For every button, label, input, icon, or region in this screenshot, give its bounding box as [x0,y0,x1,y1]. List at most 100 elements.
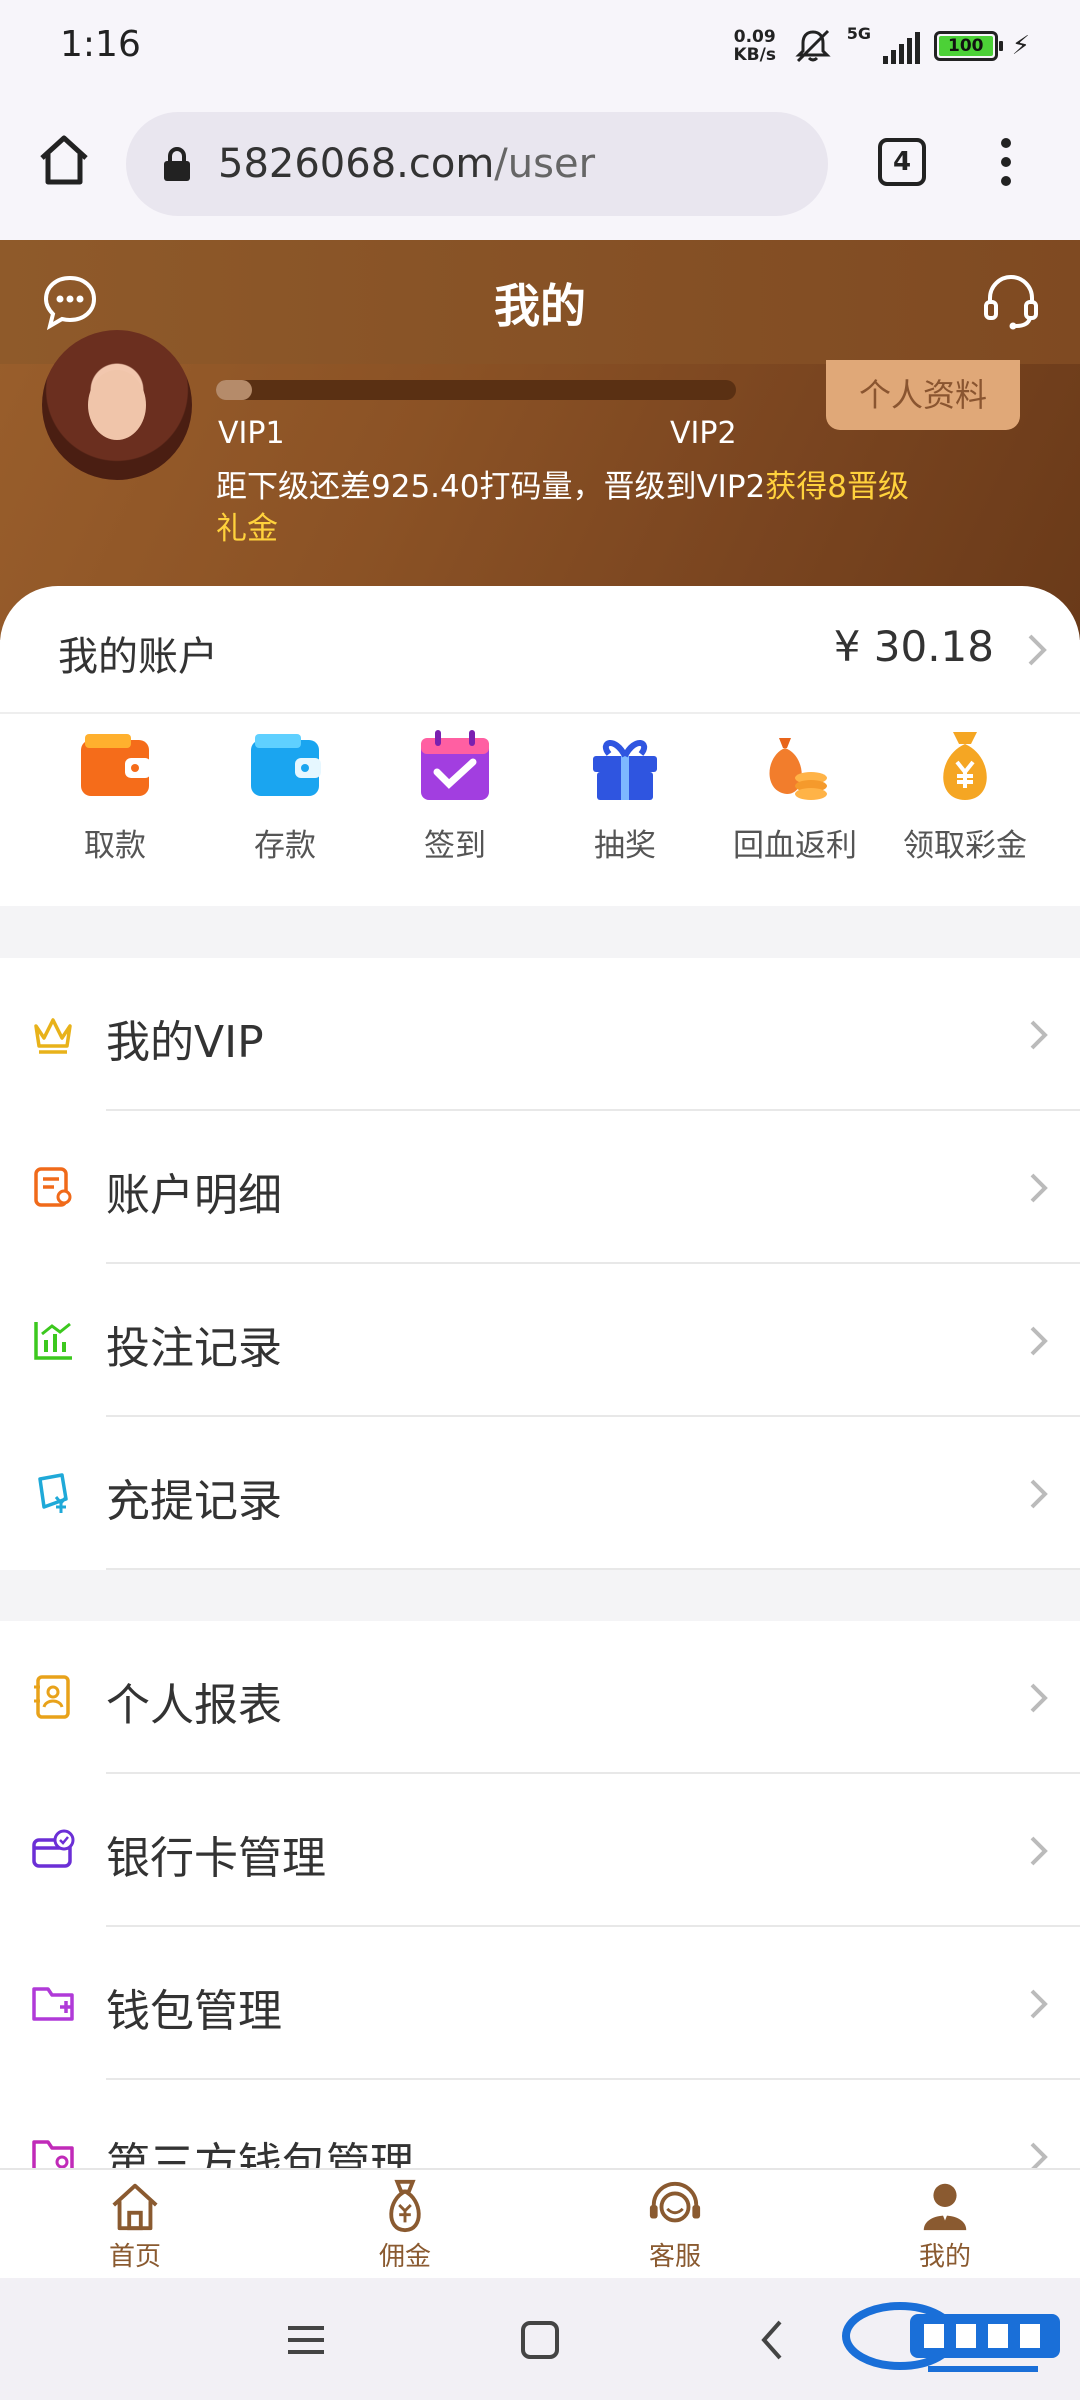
money-bag-coins-icon [769,738,827,800]
profile-button[interactable]: 个人资料 [826,360,1020,430]
chevron-right-icon [1030,2142,1048,2168]
tab-label: 首页 [108,2242,161,2272]
quick-actions: 取款 存款 签到 抽奖 回血返利 领取彩金 [0,726,1080,896]
status-bar: 1:16 0.09 KB/s 5G 100 ⚡ [0,0,1080,92]
url-text: 5826068.com/user [218,141,596,187]
menu-item-wallet-folder[interactable]: 钱包管理 [0,1927,1080,2080]
chevron-right-icon [1030,1173,1048,1203]
headset-icon[interactable] [980,270,1042,332]
vip-upgrade-text: 距下级还差925.40打码量，晋级到VIP2获得8晋级礼金 [216,469,909,547]
vip-next-level: VIP2 [670,416,737,451]
network-speed: 0.09 KB/s [733,27,776,65]
bottom-tab-bar: 首页 佣金 客服 我的 [0,2168,1080,2278]
withdraw-wallet-icon [81,734,151,796]
menu-item-crown[interactable]: 我的VIP [0,958,1080,1111]
yuan-bag-icon [943,732,987,800]
menu-item-label: 银行卡管理 [106,1833,326,1884]
menu-item-label: 账户明细 [106,1170,282,1221]
menu-item-label: 个人报表 [106,1680,282,1731]
vip-current-level: VIP1 [218,416,285,451]
page-title: 我的 [494,279,586,333]
personal-report-icon [34,1675,70,1719]
menu-item-account-detail[interactable]: 账户明细 [0,1111,1080,1264]
gift-icon [593,740,657,800]
chevron-right-icon [1030,1020,1048,1050]
tab-profile-tab[interactable]: 我的 [810,2170,1080,2278]
chevron-right-icon [1030,1479,1048,1509]
tab-label: 我的 [918,2242,971,2272]
avatar[interactable] [42,330,192,480]
quick-action-gift[interactable]: 抽奖 [550,726,700,896]
quick-action-label: 回血返利 [733,828,857,864]
menu-item-personal-report[interactable]: 个人报表 [0,1621,1080,1774]
tab-label: 佣金 [378,2242,431,2272]
chevron-right-icon [1030,1326,1048,1356]
bank-card-icon [32,1829,75,1868]
quick-action-label: 取款 [84,828,146,864]
account-card: 我的账户 ¥ 30.18 取款 存款 签到 抽奖 回血返利 领取彩金 [0,586,1080,906]
browser-toolbar: 5826068.com/user 4 [0,92,1080,240]
menu-item-label: 第三方钱包管理 [106,2139,414,2168]
profile-header: 我的 VIP1 VIP2 个人资料 距下级还差925.40打码量，晋级到VIP2… [0,240,1080,640]
chevron-right-icon [1028,634,1047,666]
back-icon[interactable] [752,2318,796,2362]
address-bar[interactable]: 5826068.com/user [126,112,828,216]
battery-icon: 100 [933,31,1003,61]
calendar-check-icon [421,730,489,800]
quick-action-deposit-wallet[interactable]: 存款 [210,726,360,896]
menu-item-label: 充提记录 [106,1476,282,1527]
my-account-row[interactable]: 我的账户 ¥ 30.18 [0,586,1080,714]
quick-action-label: 存款 [254,828,316,864]
quick-action-yuan-bag[interactable]: 领取彩金 [890,726,1040,896]
tab-label: 客服 [648,2242,701,2272]
tab-home-tab[interactable]: 首页 [0,2170,270,2278]
vip-progress-bar [216,380,736,400]
more-vert-icon[interactable] [988,134,1024,190]
bar-chart-icon [34,1322,72,1360]
quick-action-label: 领取彩金 [903,828,1027,864]
tabs-icon[interactable]: 4 [878,138,926,186]
menu-item-label: 投注记录 [106,1323,282,1374]
wallet-folder-icon [32,1987,74,2021]
divider [106,1568,1080,1570]
commission-bag-icon [389,2179,421,2233]
customer-service-icon [649,2181,701,2223]
tab-commission-bag[interactable]: 佣金 [270,2170,540,2278]
deposit-wallet-icon [251,734,321,796]
recents-icon[interactable] [284,2318,328,2362]
menu-item-label: 钱包管理 [106,1986,282,2037]
recharge-record-icon [38,1473,68,1513]
tab-customer-service[interactable]: 客服 [540,2170,810,2278]
menu-group-management: 个人报表银行卡管理钱包管理第三方钱包管理 [0,1621,1080,2168]
status-time: 1:16 [60,24,141,65]
menu-item-bar-chart[interactable]: 投注记录 [0,1264,1080,1417]
home-nav-icon[interactable] [518,2318,562,2362]
vip-progress-fill [216,380,253,400]
quick-action-withdraw-wallet[interactable]: 取款 [40,726,190,896]
quick-action-label: 签到 [424,828,486,864]
chevron-right-icon [1030,1683,1048,1713]
crown-icon [34,1018,72,1054]
menu-item-bank-card[interactable]: 银行卡管理 [0,1774,1080,1927]
signal-icon: 5G [847,24,920,64]
menu-group-records: 我的VIP 账户明细投注记录充提记录 [0,958,1080,1570]
chevron-right-icon [1030,1836,1048,1866]
lock-icon [164,147,190,181]
chevron-right-icon [1030,1989,1048,2019]
home-icon[interactable] [32,128,96,192]
home-tab-icon [112,2183,158,2231]
quick-action-calendar-check[interactable]: 签到 [380,726,530,896]
charging-icon: ⚡ [1011,31,1030,61]
menu-item-recharge-record[interactable]: 充提记录 [0,1417,1080,1570]
watermark-logo [842,2302,1060,2372]
account-balance: ¥ 30.18 [833,622,994,671]
menu-item-third-party-wallet[interactable]: 第三方钱包管理 [0,2080,1080,2168]
mute-icon [795,29,831,63]
status-indicators: 0.09 KB/s 5G 100 ⚡ [731,22,1030,70]
account-label: 我的账户 [58,634,218,680]
quick-action-money-bag-coins[interactable]: 回血返利 [720,726,870,896]
third-party-wallet-icon [32,2140,74,2168]
account-detail-icon [34,1167,72,1207]
menu-item-label: 我的VIP [106,1017,264,1068]
profile-tab-icon [923,2183,967,2231]
